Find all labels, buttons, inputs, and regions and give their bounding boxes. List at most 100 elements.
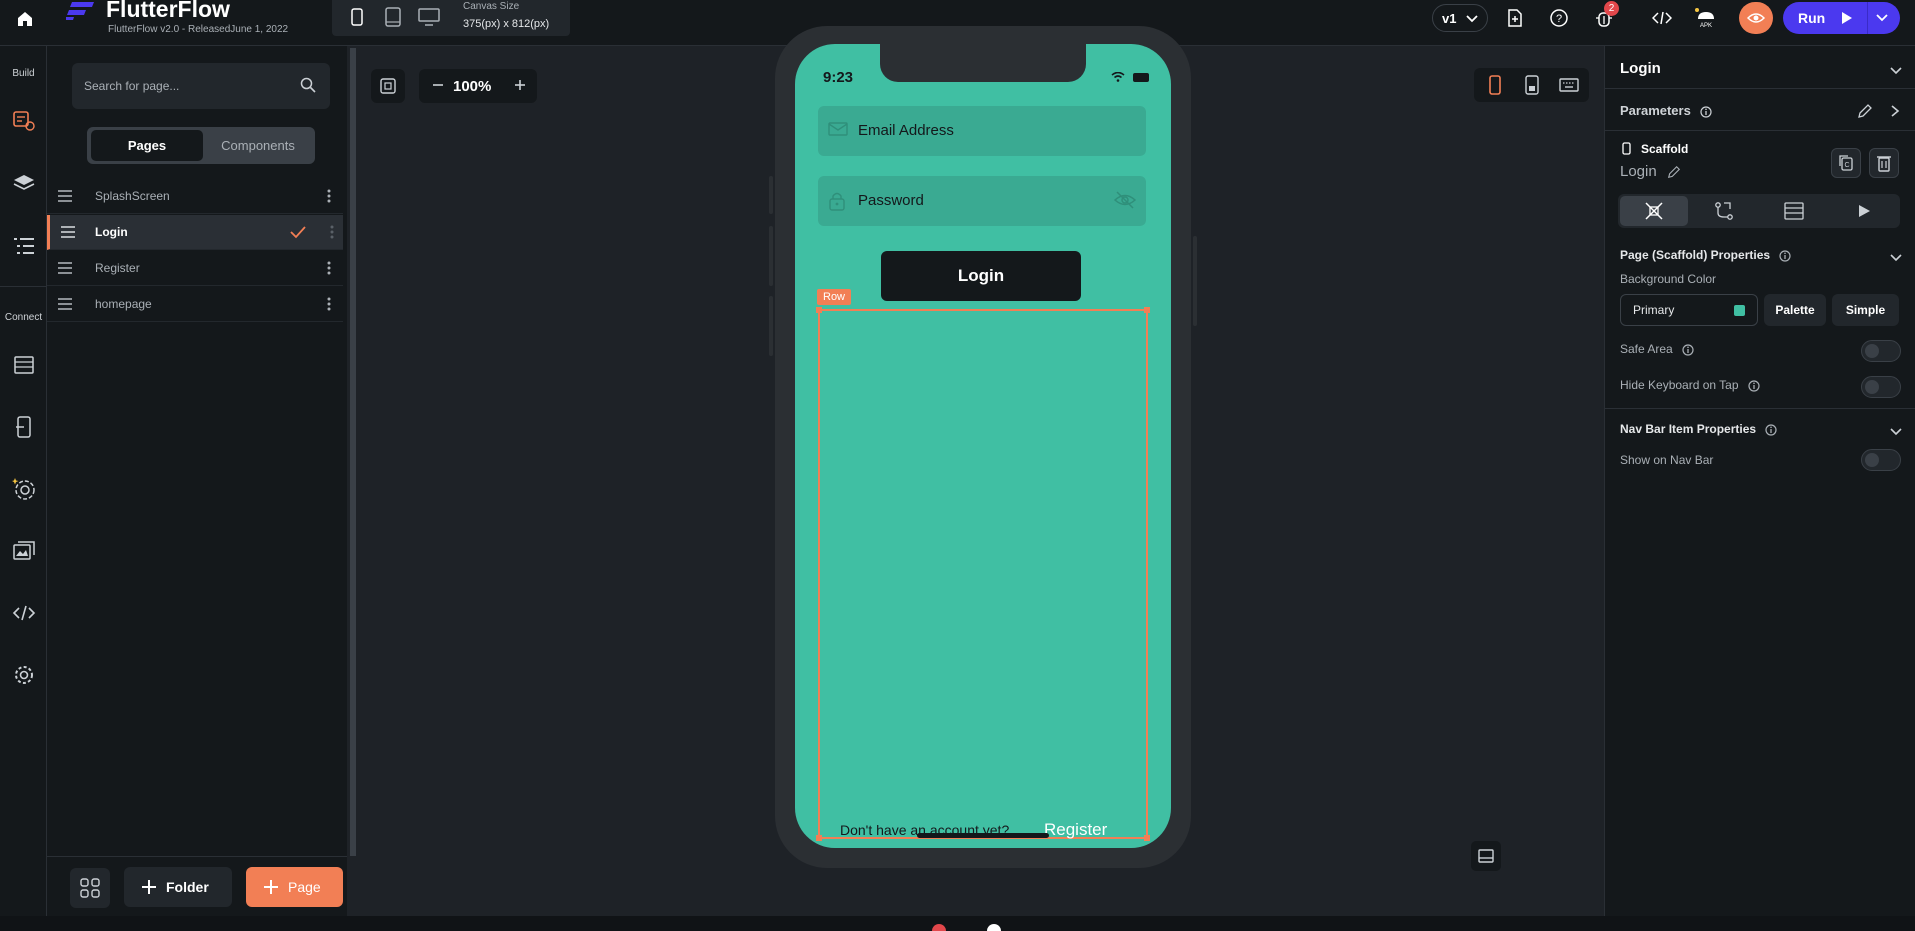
copy-widget-button[interactable]: C	[1831, 148, 1861, 178]
tablet-preview-icon[interactable]	[1522, 75, 1542, 95]
resize-handle[interactable]	[816, 307, 822, 313]
drag-handle-icon[interactable]	[61, 226, 75, 238]
grid-view-button[interactable]	[70, 868, 110, 908]
canvas-size-label: Canvas Size	[463, 1, 520, 12]
page-item-splashscreen[interactable]: SplashScreen	[47, 179, 343, 214]
phone-preview-icon[interactable]	[1485, 75, 1505, 95]
divider	[1605, 408, 1915, 409]
panel-scrollbar[interactable]	[350, 48, 356, 856]
tab-properties[interactable]	[1620, 196, 1688, 226]
page-item-login[interactable]: Login	[47, 215, 343, 250]
chevron-down-icon[interactable]	[1889, 250, 1903, 264]
toggle-knob	[1865, 453, 1879, 467]
more-vertical-icon[interactable]	[327, 189, 331, 203]
page-item-register[interactable]: Register	[47, 251, 343, 286]
tab-actions[interactable]	[1690, 196, 1758, 226]
chevron-down-icon	[1466, 15, 1478, 23]
more-vertical-icon[interactable]	[327, 297, 331, 311]
show-nav-bar-toggle[interactable]	[1861, 449, 1901, 471]
chevron-right-icon[interactable]	[1889, 104, 1901, 118]
status-time: 9:23	[823, 69, 854, 86]
resize-handle[interactable]	[1144, 307, 1150, 313]
parameters-section[interactable]: Parameters	[1620, 103, 1713, 118]
layers-icon[interactable]	[11, 170, 37, 196]
safe-area-toggle[interactable]	[1861, 340, 1901, 362]
palette-button[interactable]: Palette	[1764, 294, 1826, 326]
search-icon[interactable]	[300, 77, 316, 93]
version-select[interactable]: v1	[1432, 4, 1488, 32]
safe-area-label: Safe Area	[1620, 342, 1673, 356]
drag-handle-icon[interactable]	[58, 262, 72, 274]
add-page-button[interactable]: Page	[246, 867, 343, 907]
flutterflow-logo-icon	[66, 2, 94, 20]
drag-handle-icon[interactable]	[58, 190, 72, 202]
more-vertical-icon[interactable]	[327, 261, 331, 275]
backend-query-icon	[1784, 202, 1804, 220]
status-indicator-icon[interactable]	[987, 924, 1001, 931]
scaffold-name[interactable]: Login	[1620, 163, 1681, 180]
resize-handle[interactable]	[1144, 835, 1150, 841]
login-button[interactable]: Login	[881, 251, 1081, 301]
home-icon[interactable]	[10, 4, 40, 34]
flutterflow-editor: FlutterFlow FlutterFlow v2.0 - ReleasedJ…	[0, 0, 1915, 931]
background-color-select[interactable]: Primary	[1620, 294, 1758, 326]
wifi-icon	[1111, 72, 1125, 82]
chevron-down-icon[interactable]	[1875, 10, 1889, 24]
help-icon[interactable]: ?	[1545, 4, 1573, 32]
page-item-homepage[interactable]: homepage	[47, 287, 343, 322]
run-button[interactable]: Run	[1783, 2, 1900, 34]
tab-pages[interactable]: Pages	[91, 130, 203, 161]
debug-icon[interactable]: 2	[1590, 1, 1619, 32]
preview-eye-button[interactable]	[1739, 2, 1773, 34]
media-assets-icon[interactable]	[11, 538, 37, 564]
selected-row-widget[interactable]: Don't have an account yet? Register	[816, 307, 1150, 841]
edit-icon[interactable]	[1857, 103, 1873, 119]
page-properties-section[interactable]: Page (Scaffold) Properties	[1620, 248, 1791, 262]
code-view-icon[interactable]	[1648, 4, 1676, 32]
more-vertical-icon[interactable]	[330, 225, 334, 239]
tab-backend-query[interactable]	[1760, 196, 1828, 226]
resize-handle[interactable]	[816, 835, 822, 841]
search-input[interactable]	[84, 76, 284, 96]
zoom-out-icon[interactable]	[431, 77, 445, 93]
register-link[interactable]: Register	[1044, 820, 1107, 840]
edit-icon[interactable]	[1667, 165, 1681, 179]
add-page-icon[interactable]	[1501, 4, 1529, 32]
actions-flow-icon	[1715, 202, 1733, 220]
chevron-down-icon[interactable]	[1889, 63, 1903, 77]
zoom-in-icon[interactable]	[513, 77, 527, 93]
delete-widget-button[interactable]	[1869, 148, 1899, 178]
chevron-down-icon[interactable]	[1889, 424, 1903, 438]
toggle-panel-button[interactable]	[1471, 841, 1501, 871]
app-state-icon[interactable]	[11, 414, 37, 440]
error-indicator-icon[interactable]	[932, 924, 946, 931]
hide-keyboard-toggle[interactable]	[1861, 376, 1901, 398]
tab-animations[interactable]	[1830, 196, 1898, 226]
canvas-area: 100% 9:23 Email Address Password Login R…	[357, 26, 1604, 916]
firestore-icon[interactable]	[11, 352, 37, 378]
phone-device-icon[interactable]	[346, 6, 368, 28]
widget-tree-icon[interactable]	[11, 233, 37, 259]
custom-code-settings-icon[interactable]	[11, 476, 37, 502]
simple-button[interactable]: Simple	[1832, 294, 1899, 326]
hide-keyboard-label: Hide Keyboard on Tap	[1620, 378, 1739, 392]
drag-handle-icon[interactable]	[58, 298, 72, 310]
keyboard-preview-icon[interactable]	[1559, 75, 1579, 95]
apk-download-icon[interactable]: APK	[1692, 4, 1720, 32]
tab-components[interactable]: Components	[205, 130, 311, 161]
pages-panel-actions: Folder Page	[47, 856, 347, 916]
nav-bar-section[interactable]: Nav Bar Item Properties	[1620, 422, 1778, 436]
visibility-off-icon[interactable]	[1114, 191, 1136, 209]
password-field[interactable]: Password	[818, 176, 1146, 226]
email-field[interactable]: Email Address	[818, 106, 1146, 156]
desktop-device-icon[interactable]	[418, 6, 440, 28]
fit-screen-button[interactable]	[371, 69, 405, 103]
tablet-device-icon[interactable]	[382, 6, 404, 28]
custom-code-icon[interactable]	[11, 600, 37, 626]
toggle-knob	[1865, 344, 1879, 358]
settings-gear-icon[interactable]	[11, 662, 37, 688]
add-folder-button[interactable]: Folder	[124, 867, 232, 907]
page-selector-icon[interactable]	[11, 108, 37, 134]
left-rail: Build Connect	[0, 46, 47, 916]
info-icon	[1748, 380, 1760, 392]
